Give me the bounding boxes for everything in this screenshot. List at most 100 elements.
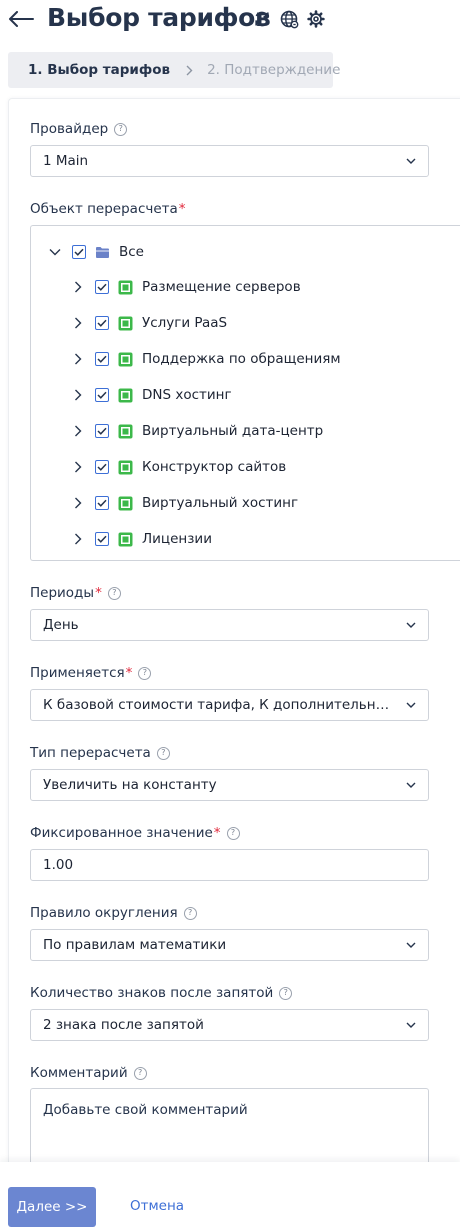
service-icon	[118, 352, 133, 367]
chevron-right-icon[interactable]	[71, 352, 85, 366]
applies-select[interactable]: К базовой стоимости тарифа, К дополнител…	[30, 689, 429, 721]
checkbox-checked[interactable]	[95, 388, 109, 402]
required-mark: *	[213, 825, 221, 841]
periods-label: Периоды * ?	[30, 585, 121, 601]
chevron-down-icon	[406, 702, 416, 708]
provider-label-text: Провайдер	[30, 121, 109, 137]
help-icon[interactable]: ?	[183, 906, 197, 920]
help-icon[interactable]: ?	[226, 826, 240, 840]
required-mark: *	[125, 665, 133, 681]
checkbox-checked[interactable]	[95, 352, 109, 366]
chevron-down-icon[interactable]	[48, 245, 62, 259]
rounding-value: По правилам математики	[43, 937, 227, 953]
page-header: Выбор тарифов	[0, 0, 460, 44]
checkbox-checked[interactable]	[72, 245, 86, 259]
periods-select[interactable]: День	[30, 609, 429, 641]
applies-label-text: Применяется	[30, 665, 125, 681]
tree-node: Конструктор сайтов	[71, 455, 286, 479]
applies-value: К базовой стоимости тарифа, К дополнител…	[43, 697, 394, 713]
back-button[interactable]	[6, 2, 36, 36]
tree-node-label[interactable]: Все	[119, 244, 144, 260]
arrow-left-icon	[9, 11, 34, 27]
provider-select[interactable]: 1 Main	[30, 145, 429, 177]
tree-node-label[interactable]: Виртуальный дата-центр	[142, 423, 323, 439]
chevron-down-icon	[406, 158, 416, 164]
page-title: Выбор тарифов	[47, 3, 271, 32]
checkbox-checked[interactable]	[95, 316, 109, 330]
help-icon[interactable]: ?	[107, 586, 121, 600]
tree-node-label[interactable]: Услуги PaaS	[142, 315, 227, 331]
chevron-right-icon[interactable]	[71, 388, 85, 402]
service-icon	[118, 388, 133, 403]
applies-label: Применяется * ?	[30, 665, 152, 681]
chevron-right-icon[interactable]	[71, 280, 85, 294]
help-icon[interactable]: ?	[138, 666, 152, 680]
help-icon[interactable]: ?	[114, 122, 128, 136]
language-button[interactable]	[278, 8, 300, 30]
fixed-value-label: Фиксированное значение * ?	[30, 825, 240, 841]
rounding-select[interactable]: По правилам математики	[30, 929, 429, 961]
service-icon	[118, 316, 133, 331]
comment-label: Комментарий ?	[30, 1065, 147, 1081]
comment-placeholder: Добавьте свой комментарий	[43, 1102, 248, 1118]
chevron-right-icon[interactable]	[71, 496, 85, 510]
step-1-active[interactable]: 1. Выбор тарифов	[28, 62, 170, 78]
decimals-value: 2 знака после запятой	[43, 1017, 204, 1033]
recalc-type-value: Увеличить на константу	[43, 777, 217, 793]
checkbox-checked[interactable]	[95, 424, 109, 438]
service-icon	[118, 424, 133, 439]
gear-icon	[307, 10, 325, 28]
chevron-right-icon[interactable]	[71, 460, 85, 474]
rounding-label-text: Правило округления	[30, 905, 178, 921]
next-button[interactable]: Далее >>	[8, 1187, 96, 1227]
checkbox-checked[interactable]	[95, 496, 109, 510]
checkbox-checked[interactable]	[95, 460, 109, 474]
chevron-down-icon	[406, 782, 416, 788]
provider-value: 1 Main	[43, 153, 89, 169]
settings-button[interactable]	[305, 8, 327, 30]
tree-node-label[interactable]: Лицензии	[142, 531, 212, 547]
recalc-type-select[interactable]: Увеличить на константу	[30, 769, 429, 801]
service-icon	[118, 460, 133, 475]
tree-node: Виртуальный дата-центр	[71, 419, 323, 443]
periods-label-text: Периоды	[30, 585, 95, 601]
required-mark: *	[95, 585, 102, 601]
recalc-type-label: Тип перерасчета ?	[30, 745, 170, 761]
help-icon[interactable]: ?	[279, 986, 293, 1000]
tree-node: Размещение серверов	[71, 275, 301, 299]
object-label-text: Объект перерасчета	[30, 201, 178, 217]
refresh-icon	[255, 11, 269, 27]
form-footer: Далее >> Отмена	[0, 1162, 460, 1232]
cancel-button[interactable]: Отмена	[130, 1198, 184, 1214]
chevron-right-icon[interactable]	[71, 424, 85, 438]
checkbox-checked[interactable]	[95, 280, 109, 294]
tree-node-label[interactable]: Виртуальный хостинг	[142, 495, 298, 511]
recalc-type-label-text: Тип перерасчета	[30, 745, 151, 761]
tree-node-label[interactable]: DNS хостинг	[142, 387, 232, 403]
fixed-value-input[interactable]: 1.00	[30, 849, 429, 881]
service-icon	[118, 496, 133, 511]
help-icon[interactable]: ?	[156, 746, 170, 760]
chevron-right-icon[interactable]	[71, 316, 85, 330]
service-icon	[118, 532, 133, 547]
rounding-label: Правило округления ?	[30, 905, 197, 921]
tree-node-label[interactable]: Размещение серверов	[142, 279, 301, 295]
tree-node: Услуги PaaS	[71, 311, 227, 335]
chevron-right-icon	[186, 64, 193, 76]
tree-node-label[interactable]: Конструктор сайтов	[142, 459, 286, 475]
periods-value: День	[43, 617, 79, 633]
folder-icon	[95, 245, 110, 260]
decimals-label: Количество знаков после запятой ?	[30, 985, 293, 1001]
provider-label: Провайдер ?	[30, 121, 128, 137]
chevron-right-icon[interactable]	[71, 532, 85, 546]
decimals-select[interactable]: 2 знака после запятой	[30, 1009, 429, 1041]
object-label: Объект перерасчета *	[30, 201, 186, 217]
tree-node-label[interactable]: Поддержка по обращениям	[142, 351, 341, 367]
tree-node-root: Все	[48, 240, 144, 264]
globe-icon	[280, 10, 298, 28]
service-icon	[118, 280, 133, 295]
chevron-down-icon	[406, 942, 416, 948]
help-icon[interactable]: ?	[133, 1066, 147, 1080]
refresh-button[interactable]	[251, 8, 273, 30]
checkbox-checked[interactable]	[95, 532, 109, 546]
